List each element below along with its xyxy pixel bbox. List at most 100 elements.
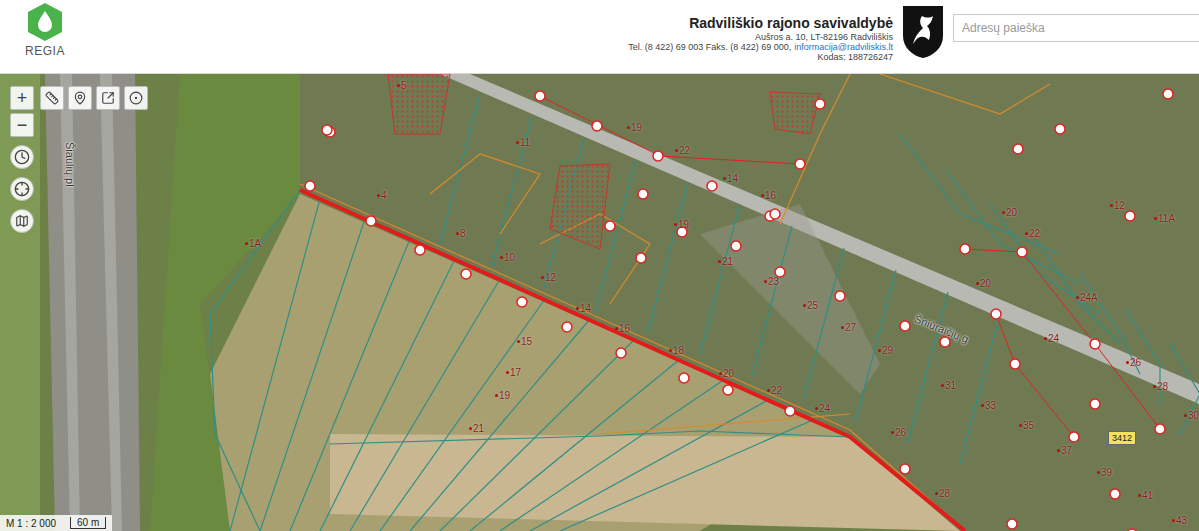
parcel-number[interactable]: 41 [1138,490,1153,501]
parcel-number[interactable]: 8 [456,228,466,239]
parcel-number[interactable]: 16 [761,190,776,201]
tool-button[interactable] [124,86,148,110]
network-node[interactable] [723,385,733,395]
network-node[interactable] [415,245,425,255]
parcel-number[interactable]: 24A [1076,292,1098,303]
network-node[interactable] [707,181,717,191]
network-node[interactable] [731,241,741,251]
network-node[interactable] [605,221,615,231]
network-node[interactable] [960,244,970,254]
parcel-number[interactable]: 16 [615,323,630,334]
network-node[interactable] [322,125,332,135]
tool-button[interactable] [68,86,92,110]
parcel-number[interactable]: 22 [1025,228,1040,239]
address-search[interactable] [953,14,1199,42]
parcel-number[interactable]: 22 [767,385,782,396]
parcel-number[interactable]: 35 [1019,420,1034,431]
parcel-number[interactable]: 19 [495,390,510,401]
network-node[interactable] [795,159,805,169]
map-canvas[interactable] [0,74,1199,531]
parcel-number[interactable]: 4 [377,190,387,201]
parcel-number[interactable]: 14 [723,173,738,184]
network-node[interactable] [517,297,527,307]
parcel-number[interactable]: 14 [576,303,591,314]
network-node[interactable] [900,321,910,331]
parcel-number[interactable]: 18 [669,345,684,356]
network-node[interactable] [1090,399,1100,409]
network-node[interactable] [835,291,845,301]
logo[interactable]: REGIA [0,0,70,58]
tool-button[interactable] [96,86,120,110]
parcel-number[interactable]: 29 [878,345,893,356]
parcel-number[interactable]: 27 [841,322,856,333]
parcel-number[interactable]: 11A [1154,213,1175,224]
parcel-number[interactable]: 39 [1097,467,1112,478]
network-node[interactable] [785,406,795,416]
network-node[interactable] [305,181,315,191]
parcel-number[interactable]: 17 [506,367,521,378]
parcel-number[interactable]: 28 [935,488,950,499]
network-node[interactable] [1090,339,1100,349]
parcel-number[interactable]: 12 [541,272,556,283]
parcel-number[interactable]: 28 [1153,381,1168,392]
network-node[interactable] [1110,489,1120,499]
network-node[interactable] [636,253,646,263]
parcel-number[interactable]: 24 [1044,333,1059,344]
network-node[interactable] [1013,144,1023,154]
network-node[interactable] [366,216,376,226]
network-node[interactable] [1007,519,1017,529]
extent-button[interactable] [10,209,34,233]
parcel-number[interactable]: 15 [517,336,532,347]
network-node[interactable] [653,151,663,161]
zoom-button[interactable]: + [10,86,34,110]
parcel-number[interactable]: 19 [627,122,642,133]
parcel-number[interactable]: 26 [1126,357,1141,368]
tool-button[interactable] [40,86,64,110]
parcel-number[interactable]: 24 [815,403,830,414]
parcel-number[interactable]: 26 [891,427,906,438]
parcel-number[interactable]: 21 [469,423,484,434]
network-node[interactable] [991,309,1001,319]
parcel-number[interactable]: 37 [1057,445,1072,456]
parcel-number[interactable]: 20 [976,278,991,289]
parcel-number[interactable]: 5 [397,80,407,91]
parcel-number[interactable]: 20 [719,368,734,379]
network-node[interactable] [592,121,602,131]
parcel-number[interactable]: 21 [718,256,733,267]
parcel-number[interactable]: 43 [1172,515,1187,526]
parcel-number[interactable]: 31 [941,380,956,391]
network-node[interactable] [562,322,572,332]
parcel-number[interactable]: 20 [1002,207,1017,218]
network-node[interactable] [1155,424,1165,434]
network-node[interactable] [770,209,780,219]
network-node[interactable] [461,269,471,279]
parcel-number[interactable]: 19 [674,219,689,230]
network-node[interactable] [1163,89,1173,99]
zoom-button[interactable]: − [10,113,34,137]
network-node[interactable] [1010,359,1020,369]
network-node[interactable] [1127,529,1137,531]
network-node[interactable] [616,348,626,358]
network-node[interactable] [1125,211,1135,221]
email-link[interactable]: informacija@radviliskis.lt [794,42,893,52]
network-node[interactable] [1055,124,1065,134]
network-node[interactable] [535,91,545,101]
parcel-number[interactable]: 23 [764,276,779,287]
map[interactable]: 5 11 19 22 14 16 4 8 10 12 14 16 18 20 22 24 26 28 15 17 19 2… [0,74,1199,531]
history-button[interactable] [10,145,34,169]
parcel-number[interactable]: 11 [516,137,530,148]
locate-button[interactable] [10,177,34,201]
network-node[interactable] [1069,432,1079,442]
parcel-number[interactable]: 1A [245,238,261,249]
network-node[interactable] [815,99,825,109]
network-node[interactable] [775,267,785,277]
network-node[interactable] [940,337,950,347]
network-node[interactable] [900,464,910,474]
network-node[interactable] [1017,247,1027,257]
network-node[interactable] [679,373,689,383]
parcel-number[interactable]: 12 [1110,200,1125,211]
parcel-number[interactable]: 10 [500,252,515,263]
parcel-number[interactable]: 30 [1184,410,1199,421]
parcel-number[interactable]: 22 [675,145,690,156]
parcel-number[interactable]: 25 [803,300,818,311]
